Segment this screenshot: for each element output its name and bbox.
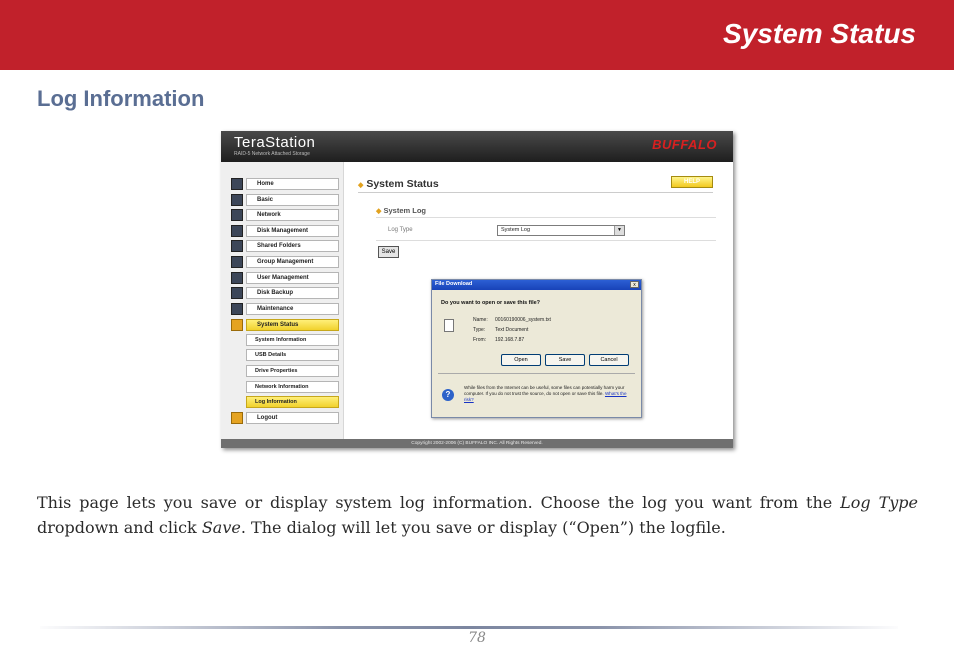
divider [376,217,716,218]
home-icon [231,178,243,190]
nav-label: Disk Management [246,225,339,237]
log-type-select[interactable]: System Log ▼ [497,225,625,236]
screenshot-header: TeraStation RAID-5 Network Attached Stor… [221,131,733,162]
nav-label: Log Information [246,396,339,408]
open-button[interactable]: Open [501,354,541,366]
nav-item-network-information[interactable]: Network Information [231,381,339,393]
body-paragraph: This page lets you save or display syste… [37,490,918,540]
nav-label: Logout [246,412,339,424]
dialog-save-button[interactable]: Save [545,354,585,366]
nav-item-usb-details[interactable]: USB Details [231,349,339,361]
body-text-2: dropdown and click [37,518,202,537]
from-value: 192.168.7.87 [495,337,525,343]
dialog-question: Do you want to open or save this file? [441,300,541,306]
nav-label: Drive Properties [246,365,339,377]
copyright-text: Copyright 2002-2006 (C) BUFFALO INC. All… [411,441,543,446]
dialog-title: File Download [435,281,473,287]
folder-icon [231,240,243,252]
nav-label: System Information [246,334,339,346]
basic-icon [231,194,243,206]
screenshot-page-title: ◆ System Status [358,178,439,190]
divider [376,240,716,241]
type-value: Text Document [495,327,529,333]
nav-label: USB Details [246,349,339,361]
logout-icon [231,412,243,424]
sub-title-text: System Log [383,206,426,215]
nav-item-user-management[interactable]: User Management [231,272,339,284]
bullet-icon: ◆ [358,182,364,189]
question-icon: ? [442,389,454,401]
page-title-text: System Status [366,178,439,190]
file-download-dialog: File Download x Do you want to open or s… [431,279,642,418]
chevron-down-icon: ▼ [614,226,624,235]
page-number: 78 [468,630,486,646]
nav-item-system-status[interactable]: System Status [231,319,339,331]
log-type-label: Log Type [388,227,413,233]
nav-label: Basic [246,194,339,206]
nav-item-maintenance[interactable]: Maintenance [231,303,339,315]
help-button[interactable]: HELP [671,176,713,188]
save-button[interactable]: Save [378,246,399,258]
log-type-value: System Log [501,227,531,233]
from-label: From: [473,337,487,343]
embedded-screenshot: TeraStation RAID-5 Network Attached Stor… [221,131,733,448]
buffalo-logo: BUFFALO [652,137,717,152]
nav-item-logout[interactable]: Logout [231,412,339,424]
screenshot-sidebar: Home Basic Network Disk Management Share… [221,162,344,439]
nav-label: Maintenance [246,303,339,315]
nav-item-log-information[interactable]: Log Information [231,396,339,408]
body-emphasis-save: Save [201,518,241,537]
nav-item-system-information[interactable]: System Information [231,334,339,346]
header-banner: System Status [0,0,954,70]
screenshot-main: ◆ System Status HELP ◆ System Log Log Ty… [344,162,733,439]
nav-item-group-management[interactable]: Group Management [231,256,339,268]
nav-item-home[interactable]: Home [231,178,339,190]
group-icon [231,256,243,268]
terastation-subtitle: RAID-5 Network Attached Storage [234,151,310,157]
nav-label: System Status [246,319,339,331]
disk-icon [231,225,243,237]
footer-divider [40,626,898,629]
dialog-warning: While files from the Internet can be use… [464,385,634,403]
dialog-titlebar: File Download x [432,280,641,290]
bullet-icon: ◆ [376,208,382,215]
maintenance-icon [231,303,243,315]
network-icon [231,209,243,221]
name-value: 00160190006_system.txt [495,317,551,323]
system-log-heading: ◆ System Log [376,206,426,215]
type-label: Type: [473,327,486,333]
nav-label: Home [246,178,339,190]
body-emphasis-log-type: Log Type [840,493,918,512]
name-label: Name: [473,317,488,323]
nav-item-shared-folders[interactable]: Shared Folders [231,240,339,252]
body-text-1: This page lets you save or display syste… [37,493,841,512]
divider [438,373,635,374]
nav-item-basic[interactable]: Basic [231,194,339,206]
nav-label: Group Management [246,256,339,268]
nav-item-network[interactable]: Network [231,209,339,221]
section-title: Log Information [37,86,205,111]
nav-item-disk-backup[interactable]: Disk Backup [231,287,339,299]
backup-icon [231,287,243,299]
nav-label: Disk Backup [246,287,339,299]
warning-text: While files from the Internet can be use… [464,385,625,396]
nav-label: User Management [246,272,339,284]
user-icon [231,272,243,284]
nav-label: Network [246,209,339,221]
nav-item-disk-management[interactable]: Disk Management [231,225,339,237]
divider [358,192,713,193]
nav-label: Shared Folders [246,240,339,252]
terastation-logo: TeraStation [234,134,316,151]
nav-item-drive-properties[interactable]: Drive Properties [231,365,339,377]
nav-label: Network Information [246,381,339,393]
header-title: System Status [723,18,916,49]
cancel-button[interactable]: Cancel [589,354,629,366]
tools-icon [231,319,243,331]
screenshot-footer: Copyright 2002-2006 (C) BUFFALO INC. All… [221,439,733,448]
body-text-3: . The dialog will let you save or displa… [240,518,726,537]
text-file-icon [444,319,454,332]
close-icon[interactable]: x [630,281,639,288]
